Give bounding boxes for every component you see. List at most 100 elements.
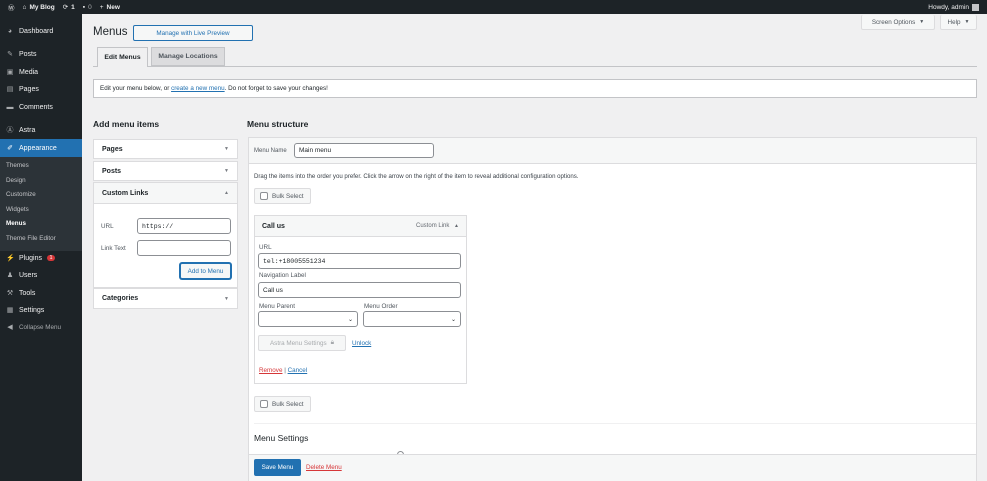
sidebar-label: Tools (19, 289, 36, 297)
comments-link[interactable]: ▪ 0 (83, 4, 92, 11)
menu-order-label: Menu Order (364, 303, 398, 310)
remove-link[interactable]: Remove (259, 367, 282, 374)
cancel-link[interactable]: Cancel (288, 367, 308, 374)
url-label: URL (101, 223, 114, 230)
accordion-posts[interactable]: Posts ▼ (93, 161, 238, 181)
create-new-menu-link[interactable]: create a new menu (171, 85, 225, 92)
navigation-label-label: Navigation Label (259, 272, 306, 279)
wordpress-logo-icon[interactable]: Ⓦ (8, 2, 15, 12)
submenu-theme-file-editor[interactable]: Theme File Editor (6, 235, 56, 242)
users-icon: ♟ (6, 272, 14, 279)
sidebar-item-posts[interactable]: ✎ Posts (0, 45, 82, 63)
dashboard-icon: ◕ (7, 27, 13, 35)
link-text-input[interactable] (137, 240, 231, 256)
caret-down-icon: ▼ (224, 146, 229, 152)
add-to-menu-button[interactable]: Add to Menu (180, 263, 231, 279)
checkbox-icon (260, 400, 268, 408)
sidebar-item-pages[interactable]: ▤ Pages (0, 80, 82, 98)
submenu-menus[interactable]: Menus (6, 220, 26, 227)
menu-item-type-label: Custom Link (416, 223, 450, 229)
lock-icon: 🔒︎ (330, 339, 335, 346)
new-label: New (106, 3, 120, 11)
chevron-down-icon: ⌄ (450, 316, 456, 323)
sidebar-label: Users (19, 271, 38, 279)
sidebar-item-tools[interactable]: ⚒ Tools (0, 284, 82, 302)
accordion-categories[interactable]: Categories ▼ (93, 288, 238, 309)
unlock-link[interactable]: Unlock (352, 340, 371, 347)
sidebar-item-dashboard[interactable]: ◕ Dashboard (0, 22, 82, 40)
sidebar-label: Plugins (19, 254, 42, 262)
admin-bar: Ⓦ ⌂ My Blog ⟳ 1 ▪ 0 + New Howdy, admin (0, 0, 987, 14)
sidebar-label: Astra (19, 126, 36, 134)
tabs-divider (93, 66, 977, 67)
caret-down-icon: ▼ (919, 19, 925, 25)
menu-item-header[interactable]: Call us Custom Link ▲ (255, 216, 466, 237)
sidebar-item-media[interactable]: ▣ Media (0, 63, 82, 81)
tab-manage-locations[interactable]: Manage Locations (151, 47, 225, 66)
submenu-widgets[interactable]: Widgets (6, 206, 29, 213)
caret-up-icon: ▲ (224, 190, 229, 196)
sidebar-label: Posts (19, 50, 37, 58)
sidebar-item-astra[interactable]: Ⓐ Astra (0, 121, 82, 139)
caret-up-icon[interactable]: ▲ (454, 223, 459, 229)
accordion-custom-links[interactable]: Custom Links ▲ (93, 182, 238, 204)
appearance-submenu: Themes Design Customize Widgets Menus Th… (0, 157, 82, 251)
sidebar-label: Media (19, 68, 39, 76)
bulk-select-button[interactable]: Bulk Select (254, 188, 311, 204)
plugins-badge: 1 (46, 255, 56, 261)
accordion-title: Categories (102, 295, 139, 302)
astra-icon: Ⓐ (6, 127, 14, 134)
account-menu[interactable]: Howdy, admin (928, 3, 979, 11)
help-button[interactable]: Help ▼ (940, 15, 977, 30)
checkbox-icon (260, 192, 268, 200)
bulk-select-button-bottom[interactable]: Bulk Select (254, 396, 311, 412)
tab-edit-menus[interactable]: Edit Menus (97, 47, 148, 67)
settings-icon: ▦ (6, 307, 14, 314)
sidebar-item-settings[interactable]: ▦ Settings (0, 301, 82, 319)
sidebar-label: Pages (19, 85, 39, 93)
screen-options-button[interactable]: Screen Options ▼ (861, 15, 935, 30)
comment-icon: ▬ (6, 103, 14, 111)
screen-options-label: Screen Options (871, 18, 916, 26)
sidebar-item-appearance[interactable]: ✐ Appearance (0, 139, 82, 157)
astra-menu-settings-button[interactable]: Astra Menu Settings 🔒︎ (258, 335, 346, 351)
sidebar-label: Dashboard (19, 27, 54, 35)
submenu-customize[interactable]: Customize (6, 191, 36, 198)
admin-sidebar: ◕ Dashboard ✎ Posts ▣ Media ▤ Pages ▬ Comment… (0, 14, 82, 481)
menu-order-select[interactable]: ⌄ (363, 311, 461, 327)
chevron-down-icon: ⌄ (347, 316, 353, 323)
delete-menu-link[interactable]: Delete Menu (306, 464, 342, 471)
item-url-input[interactable]: tel:+18005551234 (258, 253, 461, 269)
navigation-label-input[interactable]: Call us (258, 282, 461, 298)
sidebar-item-users[interactable]: ♟ Users (0, 266, 82, 284)
url-input[interactable]: https:// (137, 218, 231, 234)
item-url-label: URL (259, 244, 272, 251)
notice: Edit your menu below, or create a new me… (93, 79, 977, 98)
menu-parent-label: Menu Parent (259, 303, 296, 310)
menu-structure-heading: Menu structure (247, 119, 309, 129)
save-menu-button[interactable]: Save Menu (254, 459, 301, 476)
page-icon: ▤ (6, 86, 14, 93)
site-link[interactable]: ⌂ My Blog (23, 4, 55, 11)
sidebar-label: Collapse Menu (19, 323, 62, 331)
menu-parent-select[interactable]: ⌄ (258, 311, 358, 327)
collapse-menu-button[interactable]: ◀ Collapse Menu (0, 318, 82, 336)
menu-item-type: Custom Link ▲ (416, 223, 459, 229)
submenu-themes[interactable]: Themes (6, 162, 29, 169)
sidebar-item-comments[interactable]: ▬ Comments (0, 98, 82, 116)
accordion-pages[interactable]: Pages ▼ (93, 139, 238, 159)
accordion-title: Posts (102, 167, 122, 175)
caret-down-icon: ▼ (224, 295, 229, 302)
menu-name-input[interactable]: Main menu (294, 143, 434, 158)
accordion-title: Pages (102, 145, 123, 153)
astra-button-label: Astra Menu Settings (269, 339, 327, 347)
sidebar-item-plugins[interactable]: ⚡ Plugins 1 (0, 249, 82, 267)
menu-item-title: Call us (262, 222, 285, 230)
new-link[interactable]: + New (100, 4, 120, 11)
live-preview-button[interactable]: Manage with Live Preview (133, 25, 253, 41)
notice-text: Edit your menu below, or (100, 85, 172, 92)
submenu-design[interactable]: Design (6, 177, 26, 184)
avatar (972, 3, 979, 11)
sidebar-label: Comments (19, 103, 53, 111)
updates-link[interactable]: ⟳ 1 (63, 3, 75, 12)
